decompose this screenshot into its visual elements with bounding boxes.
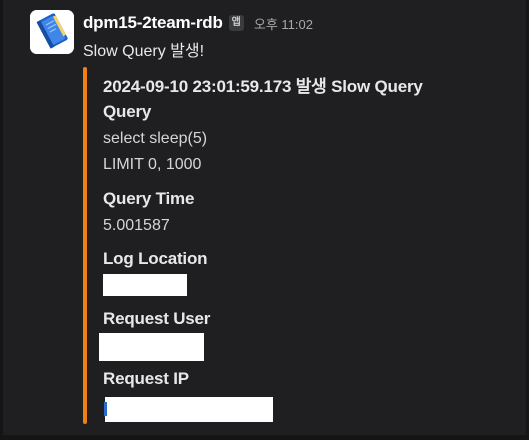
field-label-log-location: Log Location	[103, 249, 208, 268]
notebook-icon	[30, 10, 74, 54]
attachment-title: 2024-09-10 23:01:59.173 발생 Slow Query	[103, 77, 423, 96]
message-timestamp[interactable]: 오후 11:02	[254, 14, 313, 33]
sender-name[interactable]: dpm15-2team-rdb	[83, 13, 223, 33]
field-value-query-line-2: LIMIT 0, 1000	[103, 156, 202, 173]
message-text: Slow Query 발생!	[83, 43, 205, 60]
field-label-query-time: Query Time	[103, 189, 195, 208]
attachment: 2024-09-10 23:01:59.173 발생 Slow Query Qu…	[83, 67, 483, 424]
app-badge: 앱	[228, 15, 244, 31]
field-value-query-time: 5.001587	[103, 217, 170, 234]
redacted-log-location	[103, 274, 187, 296]
field-label-query: Query	[103, 102, 152, 121]
avatar[interactable]	[30, 10, 74, 54]
field-label-request-user: Request User	[103, 309, 211, 328]
redaction-edge	[104, 402, 107, 416]
field-value-query-line-1: select sleep(5)	[103, 130, 208, 147]
message-header: dpm15-2team-rdb 앱 오후 11:02	[83, 11, 313, 35]
attachment-accent-bar	[83, 67, 87, 424]
redacted-request-user	[99, 333, 204, 361]
field-label-request-ip: Request IP	[103, 369, 189, 388]
redacted-request-ip	[105, 397, 273, 422]
